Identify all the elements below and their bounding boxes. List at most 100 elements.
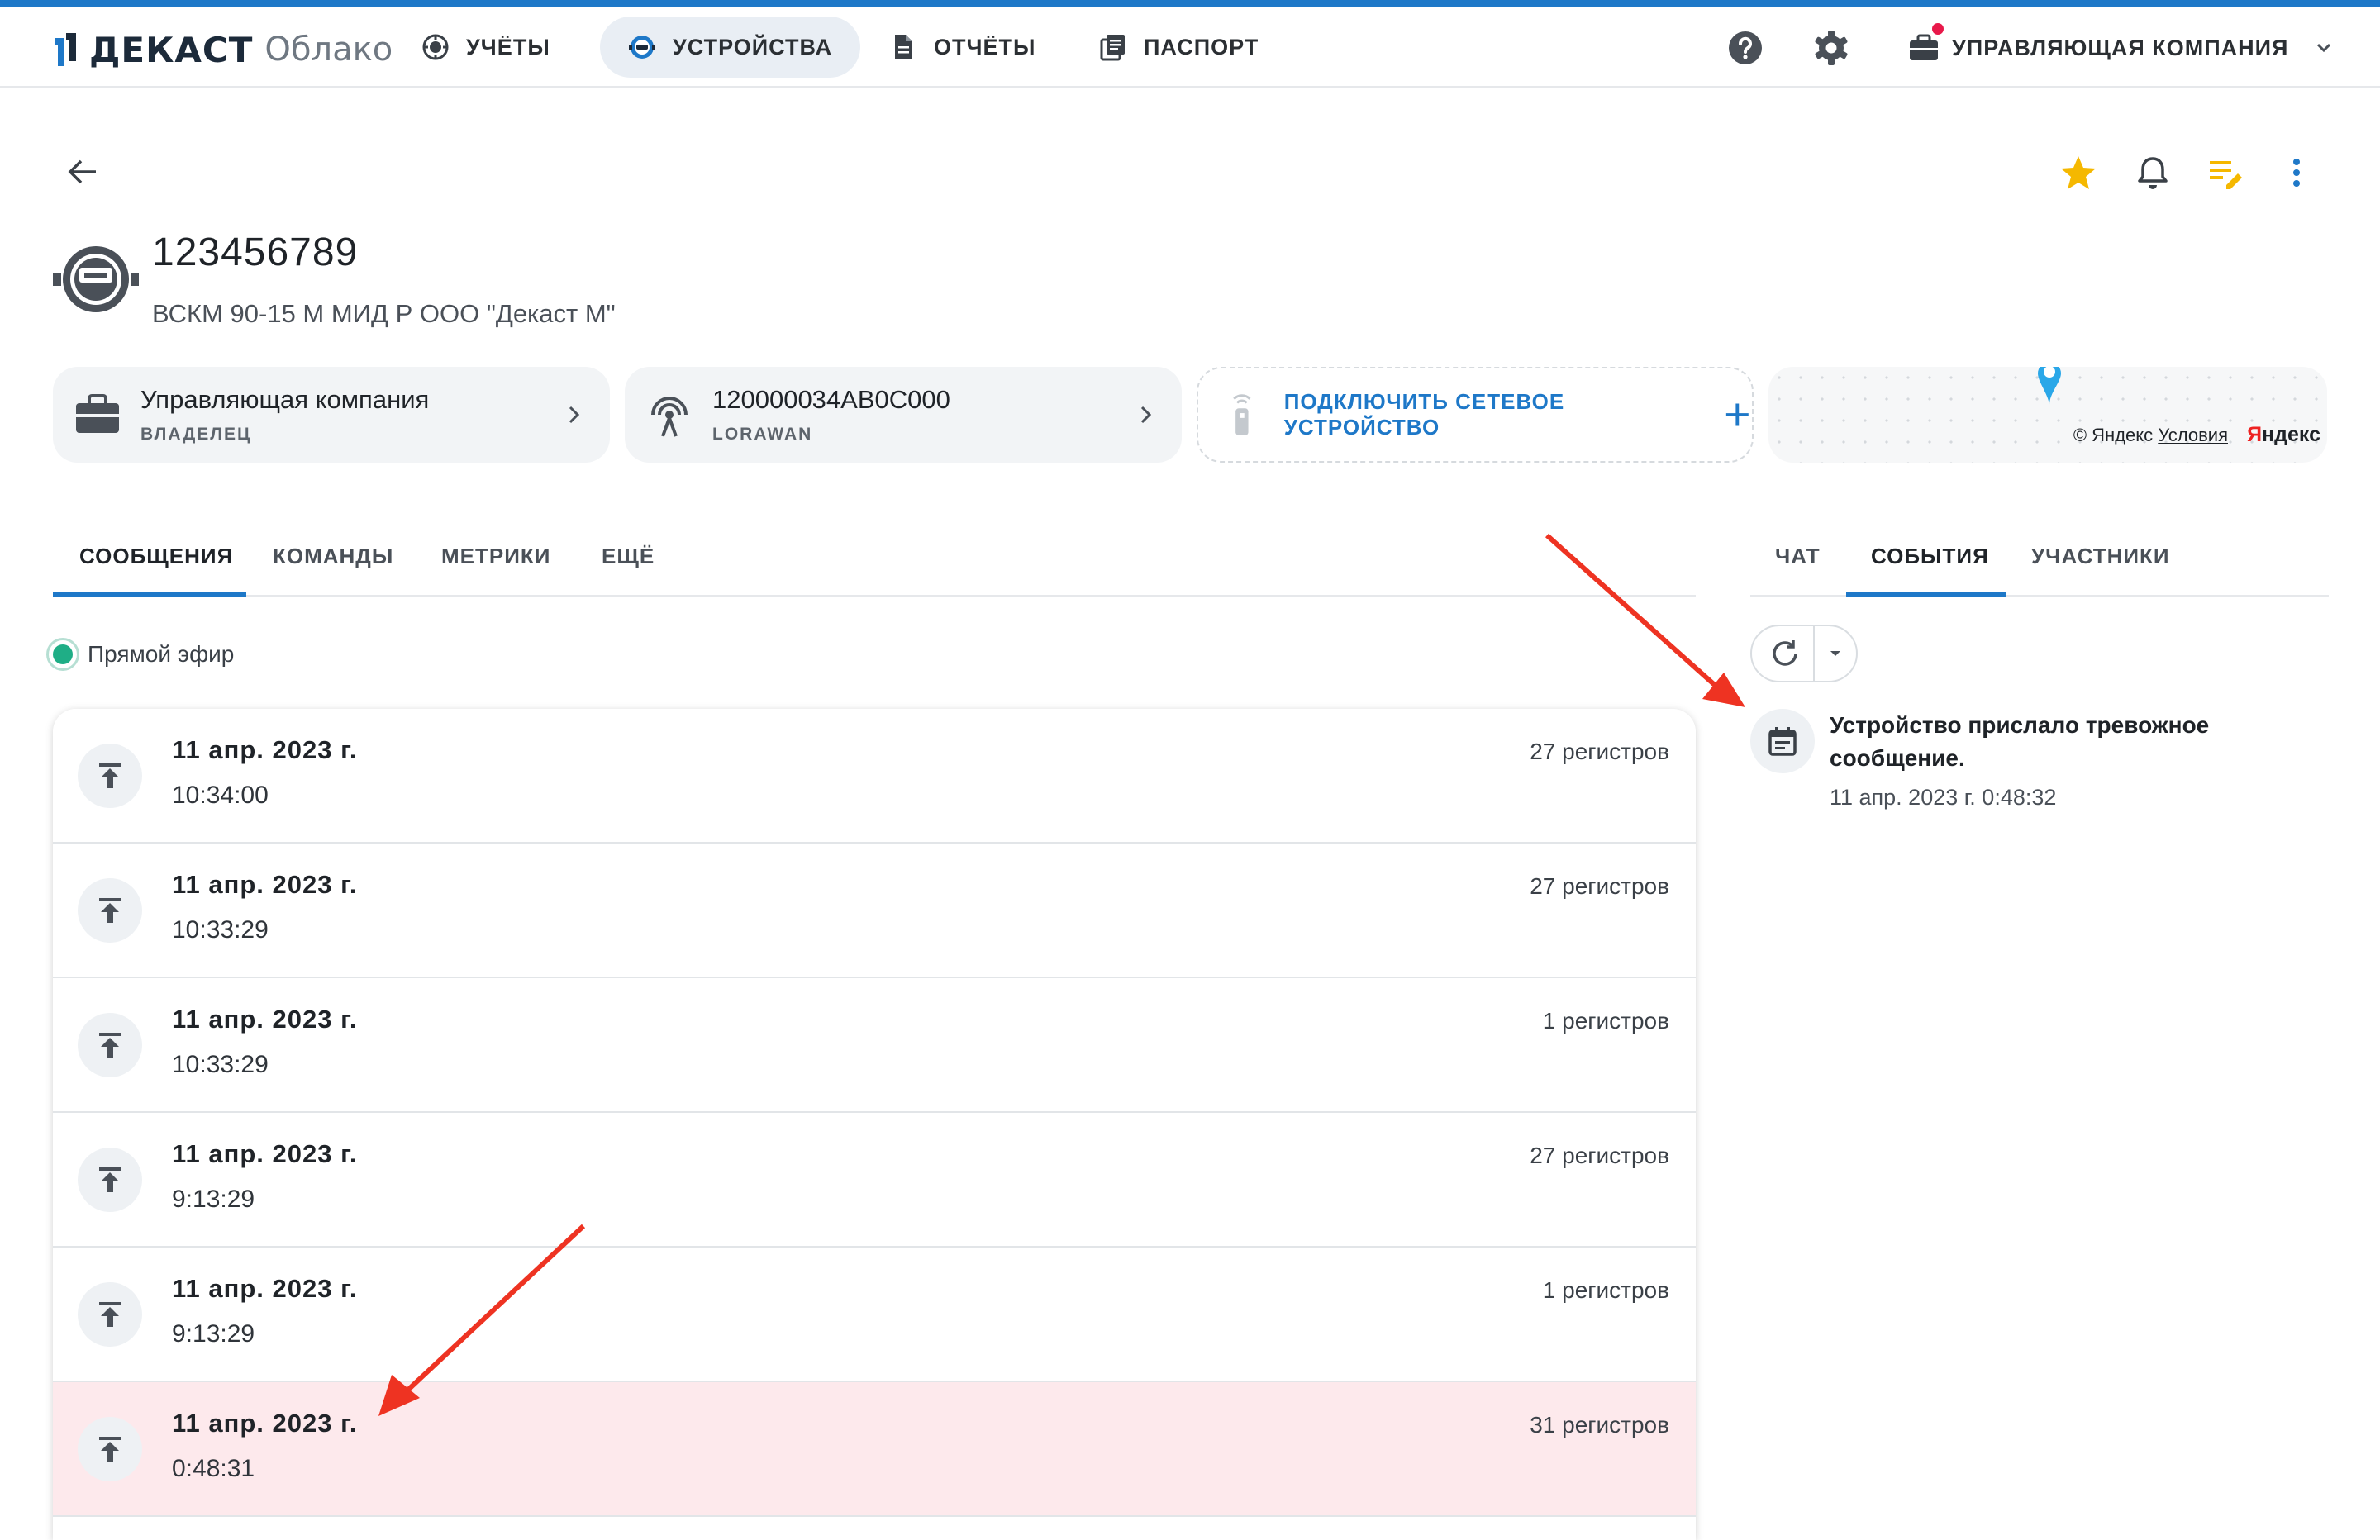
event-title: Устройство прислало тревожное сообщение. (1830, 712, 2210, 771)
tab-metrics[interactable]: МЕТРИКИ (441, 544, 550, 569)
owner-role: ВЛАДЕЛЕЦ (140, 425, 252, 444)
message-time: 10:33:29 (172, 1051, 269, 1078)
message-list: 11 апр. 2023 г. 10:34:00 27 регистров 11… (53, 709, 1696, 1540)
upload-icon (78, 878, 142, 943)
device-title: 123456789 (152, 231, 359, 274)
message-date: 11 апр. 2023 г. (172, 870, 358, 899)
app-logo[interactable]: ДЕКАСТ Облако (51, 26, 393, 73)
chevron-right-icon (569, 406, 580, 424)
logo-sub: Облако (264, 31, 393, 69)
owner-card[interactable]: Управляющая компания ВЛАДЕЛЕЦ (53, 367, 610, 463)
star-icon[interactable] (2059, 154, 2097, 192)
remote-device-icon (1233, 394, 1251, 436)
message-date: 11 апр. 2023 г. (172, 1409, 358, 1438)
company-label: УПРАВЛЯЮЩАЯ КОМПАНИЯ (1952, 35, 2289, 60)
edit-list-icon[interactable] (2206, 154, 2244, 192)
map-copyright: © Яндекс Условия (2073, 425, 2228, 446)
tab-messages[interactable]: СООБЩЕНИЯ (79, 544, 233, 569)
tab-participants[interactable]: УЧАСТНИКИ (2031, 544, 2170, 569)
register-count: 1 регистров (1542, 1277, 1669, 1303)
passport-icon (1100, 35, 1125, 61)
message-time: 10:33:29 (172, 916, 269, 943)
message-row[interactable]: 11 апр. 2023 г. 9:13:29 1 регистров (53, 1248, 1696, 1382)
upload-icon (78, 1282, 142, 1347)
bell-icon[interactable] (2134, 154, 2172, 192)
connect-network-device-button[interactable]: ПОДКЛЮЧИТЬ СЕТЕВОЕ УСТРОЙСТВО (1197, 367, 1754, 463)
device-icon (629, 36, 655, 59)
map-pin-icon (2038, 367, 2061, 405)
message-time: 10:34:00 (172, 782, 269, 809)
message-date: 11 апр. 2023 г. (172, 1139, 358, 1168)
upload-icon (78, 1148, 142, 1212)
message-time: 9:13:29 (172, 1186, 255, 1213)
document-icon (895, 35, 912, 59)
device-subtitle: ВСКМ 90-15 М МИД Р ООО "Декаст М" (152, 299, 616, 328)
upload-icon (78, 744, 142, 808)
map-preview[interactable]: © Яндекс Условия Яндекс (1768, 367, 2327, 463)
nav-accounting[interactable]: УЧЁТЫ (393, 17, 578, 78)
tab-commands[interactable]: КОМАНДЫ (273, 544, 393, 569)
plus-icon (1726, 403, 1749, 426)
message-row[interactable]: 11 апр. 2023 г. 9:13:29 27 регистров (53, 1113, 1696, 1248)
logo-icon (55, 33, 76, 66)
yandex-logo-a: Я (2247, 423, 2263, 446)
network-card[interactable]: 120000034AB0C000 LORAWAN (625, 367, 1182, 463)
register-count: 27 регистров (1530, 873, 1669, 899)
side-tabs: ЧАТ СОБЫТИЯ УЧАСТНИКИ (1750, 522, 2329, 597)
upload-icon (78, 1417, 142, 1481)
connect-label: ПОДКЛЮЧИТЬ СЕТЕВОЕ УСТРОЙСТВО (1283, 389, 1565, 440)
register-count: 31 регистров (1530, 1412, 1669, 1438)
map-copyright-text: © Яндекс (2073, 425, 2154, 445)
briefcase-icon (1907, 23, 1944, 64)
owner-name: Управляющая компания (140, 385, 430, 414)
register-count: 1 регистров (1542, 1008, 1669, 1034)
back-arrow-icon[interactable] (64, 154, 101, 190)
message-time: 0:48:31 (172, 1455, 255, 1482)
register-count: 27 регистров (1530, 1143, 1669, 1168)
message-tabs: СООБЩЕНИЯ КОМАНДЫ МЕТРИКИ ЕЩЁ (53, 522, 1696, 597)
network-id: 120000034AB0C000 (712, 385, 950, 414)
active-tab-indicator (53, 592, 246, 597)
nav-passport-label: ПАСПОРТ (1144, 34, 1259, 59)
company-menu[interactable]: УПРАВЛЯЮЩАЯ КОМПАНИЯ (1907, 21, 2336, 74)
calendar-icon (1750, 709, 1815, 773)
register-count: 27 регистров (1530, 739, 1669, 764)
nav-devices-label: УСТРОЙСТВА (673, 34, 833, 59)
nav-accounting-label: УЧЁТЫ (466, 34, 550, 59)
message-date: 11 апр. 2023 г. (172, 735, 358, 764)
live-toggle[interactable]: Прямой эфир (46, 638, 234, 671)
nav-passport[interactable]: ПАСПОРТ (1071, 17, 1287, 78)
more-vert-icon[interactable] (2278, 154, 2316, 192)
alert-message-row[interactable]: 11 апр. 2023 г. 0:48:31 31 регистров (53, 1382, 1696, 1517)
active-tab-indicator (1846, 592, 2006, 597)
upload-icon (78, 1013, 142, 1077)
refresh-icon (1773, 640, 1797, 666)
meter-icon (422, 34, 449, 60)
briefcase-icon (76, 394, 119, 433)
message-row[interactable]: 11 апр. 2023 г. 10:34:00 27 регистров (53, 709, 1696, 844)
live-indicator (46, 638, 79, 671)
message-date: 11 апр. 2023 г. (172, 1005, 358, 1034)
event-date: 11 апр. 2023 г. 0:48:32 (1830, 785, 2057, 810)
gear-icon[interactable] (1811, 28, 1851, 68)
refresh-split-button[interactable] (1750, 625, 1858, 682)
tab-events[interactable]: СОБЫТИЯ (1871, 544, 1989, 569)
antenna-icon (651, 397, 688, 437)
caret-down-icon[interactable] (1825, 643, 1846, 664)
tab-chat[interactable]: ЧАТ (1775, 544, 1821, 569)
chevron-right-icon (1140, 406, 1152, 424)
tab-more[interactable]: ЕЩЁ (602, 544, 654, 569)
yandex-logo-b: ндекс (2262, 423, 2320, 446)
top-bar: ДЕКАСТ Облако УЧЁТЫ УСТРОЙСТВА ОТЧЁТЫ ПА… (0, 7, 2380, 88)
nav-devices[interactable]: УСТРОЙСТВА (600, 17, 861, 78)
message-row[interactable]: 11 апр. 2023 г. 10:33:29 27 регистров (53, 844, 1696, 978)
nav-reports-label: ОТЧЁТЫ (934, 34, 1036, 59)
help-icon[interactable] (1726, 28, 1765, 68)
nav-reports[interactable]: ОТЧЁТЫ (861, 17, 1064, 78)
message-time: 9:13:29 (172, 1320, 255, 1348)
split-divider (1813, 625, 1815, 682)
water-meter-icon (53, 246, 139, 312)
map-terms-link[interactable]: Условия (2158, 425, 2228, 445)
notification-dot (1932, 23, 1944, 35)
message-row[interactable]: 11 апр. 2023 г. 10:33:29 1 регистров (53, 978, 1696, 1113)
